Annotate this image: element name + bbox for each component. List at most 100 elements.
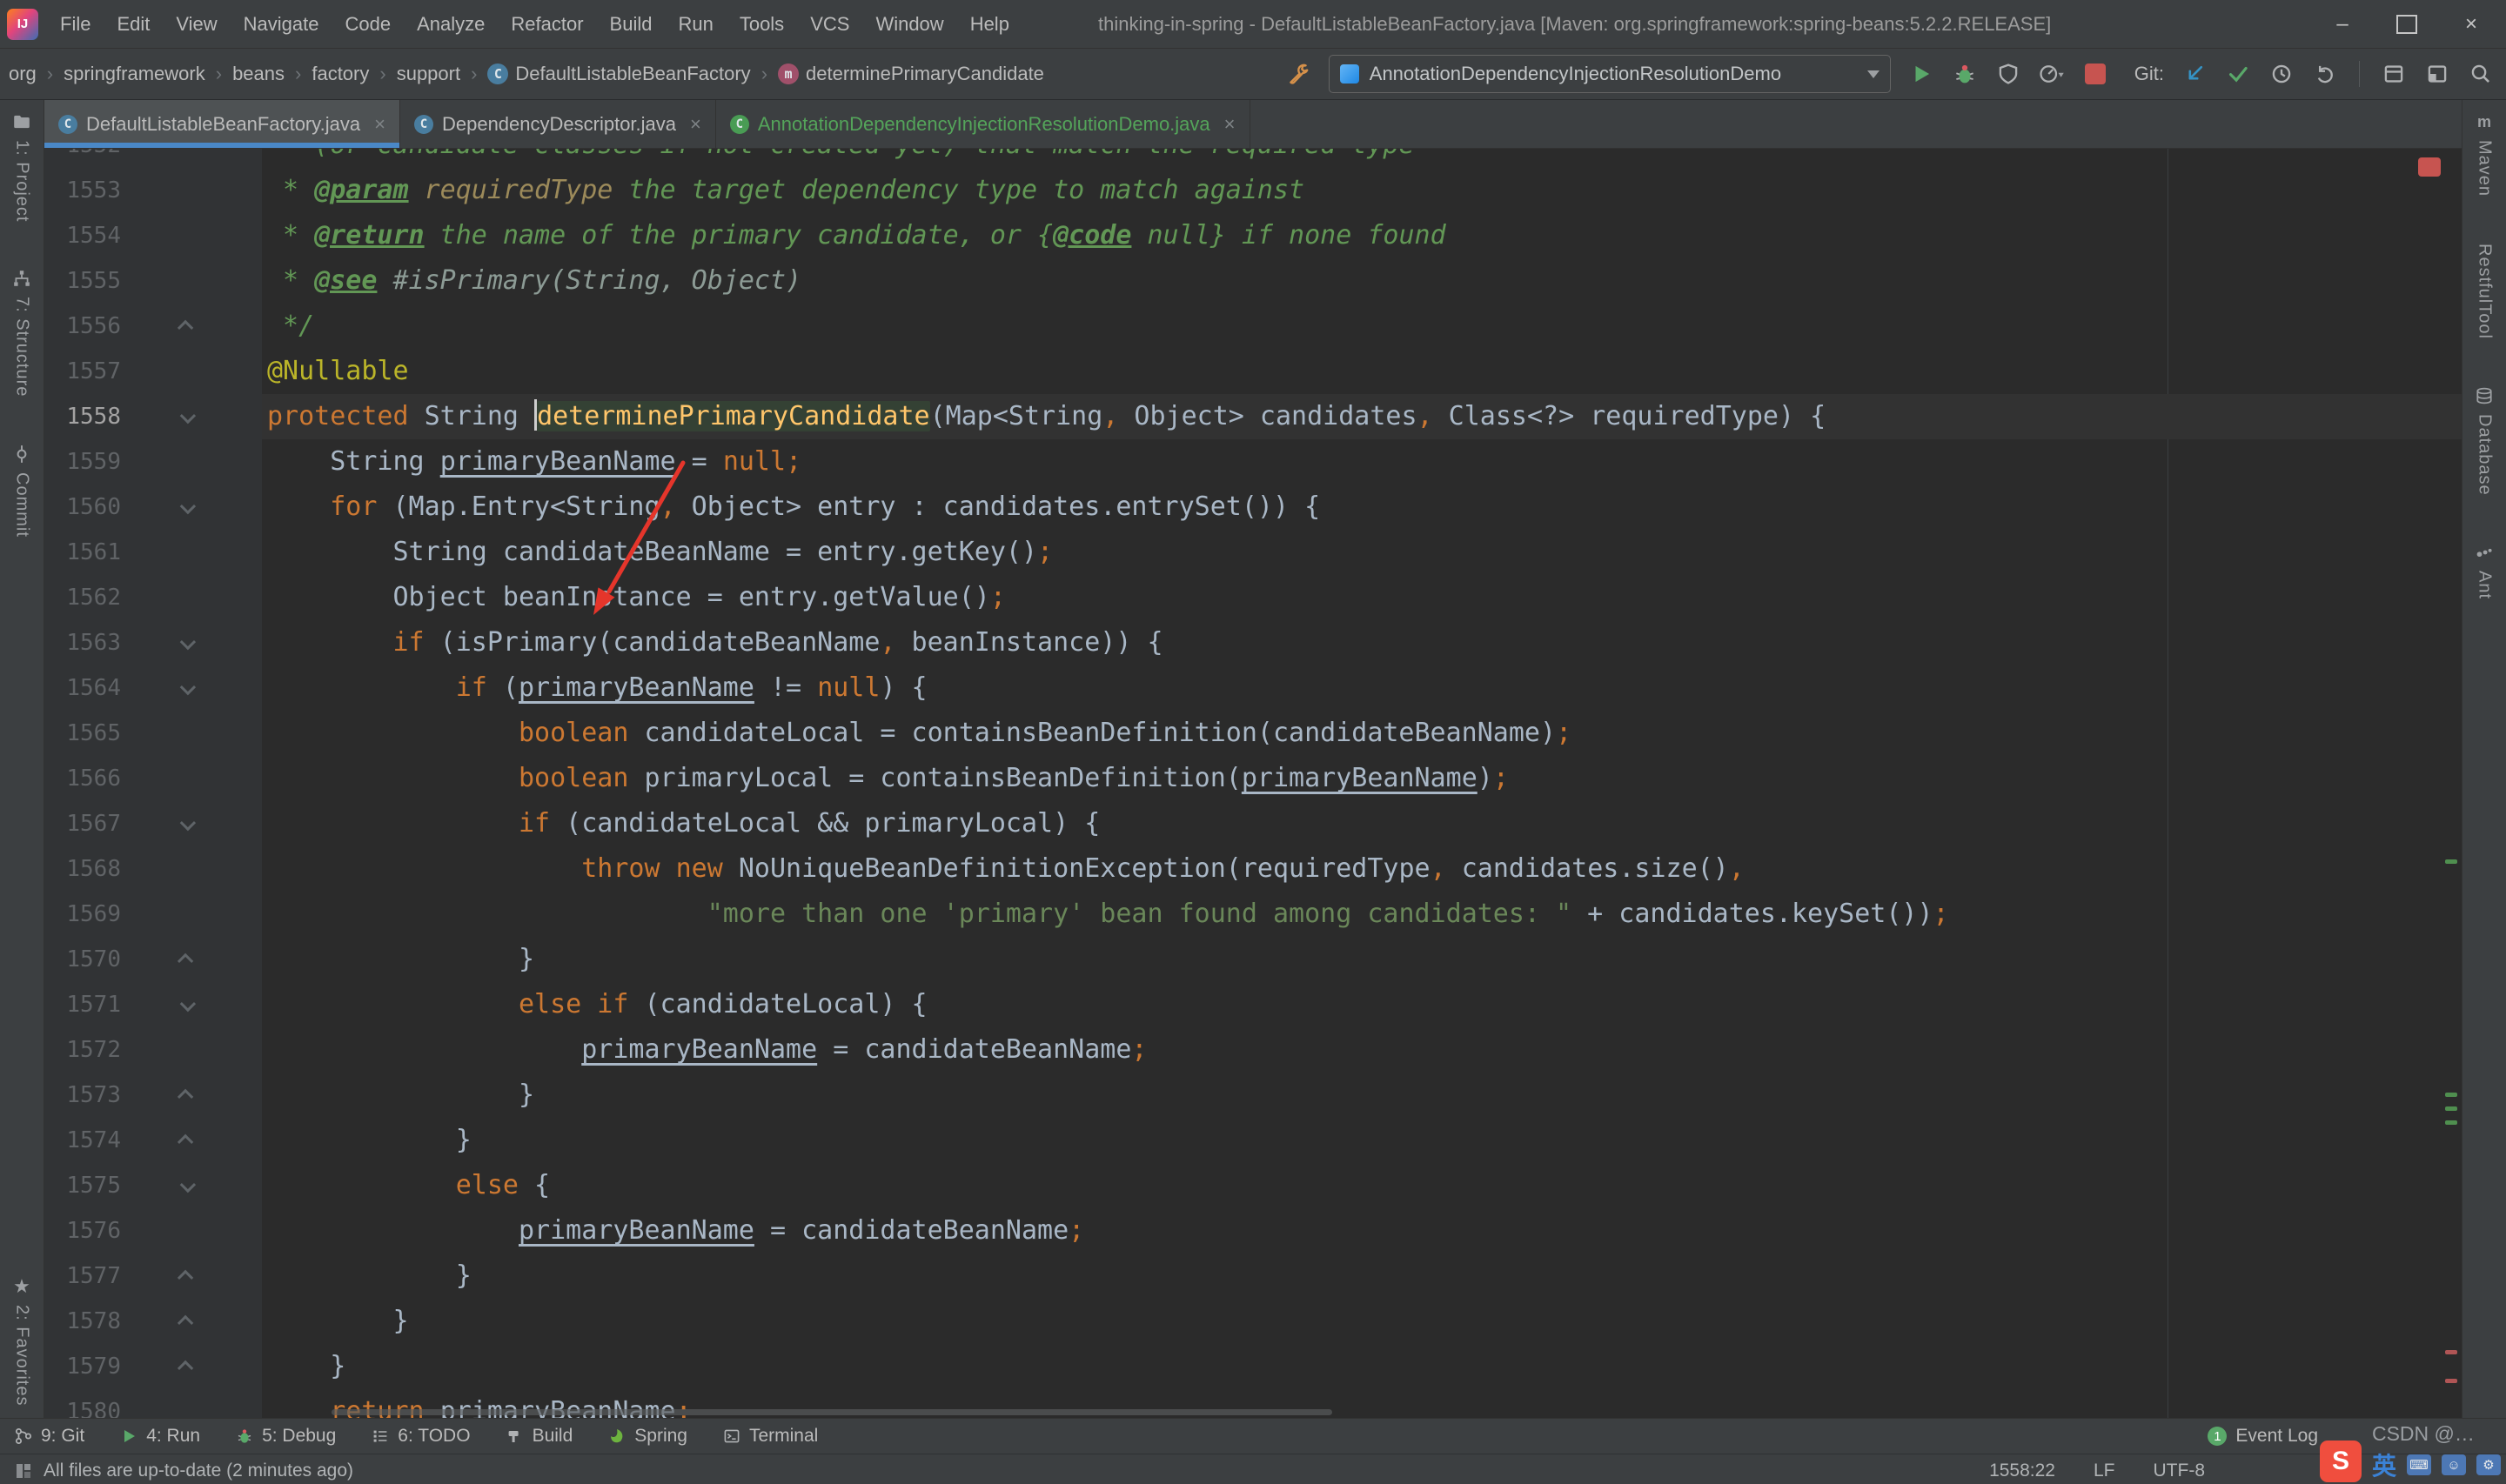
gutter[interactable]: 1572 <box>44 1027 262 1073</box>
fold-marker-icon[interactable] <box>175 982 198 1027</box>
tool-button-git[interactable]: 9: Git <box>14 1426 84 1447</box>
menu-item-analyze[interactable]: Analyze <box>404 0 498 48</box>
code-line[interactable]: 1570 } <box>44 937 2462 982</box>
menu-item-build[interactable]: Build <box>597 0 666 48</box>
code-text[interactable]: primaryBeanName = candidateBeanName; <box>262 1208 2462 1253</box>
vcs-update-icon[interactable] <box>2181 61 2208 87</box>
code-line[interactable]: 1554 * @return the name of the primary c… <box>44 213 2462 258</box>
line-number[interactable]: 1567 <box>44 801 121 846</box>
menu-item-file[interactable]: File <box>47 0 104 48</box>
tool-button-build[interactable]: Build <box>506 1426 573 1447</box>
tool-window-button-database[interactable]: Database <box>2475 386 2495 496</box>
menu-item-navigate[interactable]: Navigate <box>231 0 332 48</box>
wrench-icon[interactable] <box>1285 61 1311 87</box>
line-number[interactable]: 1554 <box>44 213 121 258</box>
menu-item-view[interactable]: View <box>163 0 230 48</box>
fold-marker-icon[interactable] <box>175 620 198 665</box>
code-text[interactable]: primaryBeanName = candidateBeanName; <box>262 1027 2462 1073</box>
code-line[interactable]: 1567 if (candidateLocal && primaryLocal)… <box>44 801 2462 846</box>
code-line[interactable]: 1557 @Nullable <box>44 349 2462 394</box>
gutter[interactable]: 1564 <box>44 665 262 711</box>
code-text[interactable]: } <box>262 1118 2462 1163</box>
menu-item-run[interactable]: Run <box>665 0 726 48</box>
fold-marker-icon[interactable] <box>175 1299 198 1344</box>
code-line[interactable]: 1558 protected String determinePrimaryCan… <box>44 394 2462 439</box>
editor-tab[interactable]: C DefaultListableBeanFactory.java × <box>44 100 400 148</box>
editor-tab[interactable]: C DependencyDescriptor.java × <box>400 100 716 148</box>
line-number[interactable]: 1570 <box>44 937 121 982</box>
close-tab-icon[interactable]: × <box>1224 113 1236 136</box>
menu-item-window[interactable]: Window <box>862 0 956 48</box>
code-line[interactable]: 1569 "more than one 'primary' bean found… <box>44 892 2462 937</box>
breadcrumb-item[interactable]: C DefaultListableBeanFactory <box>487 63 751 85</box>
restore-layout-icon[interactable] <box>2381 61 2407 87</box>
profiler-button[interactable] <box>2039 61 2065 87</box>
tool-window-button-structure[interactable]: 7: Structure <box>12 269 32 398</box>
line-number[interactable]: 1576 <box>44 1208 121 1253</box>
search-everywhere-icon[interactable] <box>2468 61 2494 87</box>
ime-keyboard-icon[interactable]: ⌨ <box>2407 1454 2431 1475</box>
code-line[interactable]: 1552 * (or candidate classes if not crea… <box>44 149 2462 168</box>
code-text[interactable]: else { <box>262 1163 2462 1208</box>
code-line[interactable]: 1572 primaryBeanName = candidateBeanName… <box>44 1027 2462 1073</box>
line-number[interactable]: 1556 <box>44 304 121 349</box>
line-number[interactable]: 1580 <box>44 1389 121 1418</box>
code-text[interactable]: boolean candidateLocal = containsBeanDef… <box>262 711 2462 756</box>
code-text[interactable]: } <box>262 1299 2462 1344</box>
run-button[interactable] <box>1908 61 1934 87</box>
gutter[interactable]: 1567 <box>44 801 262 846</box>
code-text[interactable]: for (Map.Entry<String, Object> entry : c… <box>262 485 2462 530</box>
gutter[interactable]: 1579 <box>44 1344 262 1389</box>
gutter[interactable]: 1561 <box>44 530 262 575</box>
code-line[interactable]: 1553 * @param requiredType the target de… <box>44 168 2462 213</box>
fold-marker-icon[interactable] <box>175 1344 198 1389</box>
code-line[interactable]: 1563 if (isPrimary(candidateBeanName, be… <box>44 620 2462 665</box>
code-line[interactable]: 1577 } <box>44 1253 2462 1299</box>
fold-marker-icon[interactable] <box>175 304 198 349</box>
inspections-error-badge[interactable] <box>2418 157 2441 177</box>
run-configuration-select[interactable]: AnnotationDependencyInjectionResolutionD… <box>1328 55 1891 93</box>
breadcrumb-item[interactable]: beans <box>232 63 285 85</box>
line-number[interactable]: 1562 <box>44 575 121 620</box>
code-text[interactable]: String candidateBeanName = entry.getKey(… <box>262 530 2462 575</box>
stop-button[interactable] <box>2082 61 2108 87</box>
fold-marker-icon[interactable] <box>175 937 198 982</box>
code-line[interactable]: 1559 String primaryBeanName = null; <box>44 439 2462 485</box>
line-number[interactable]: 1552 <box>44 149 121 168</box>
line-number[interactable]: 1557 <box>44 349 121 394</box>
gutter[interactable]: 1575 <box>44 1163 262 1208</box>
code-line[interactable]: 1576 primaryBeanName = candidateBeanName… <box>44 1208 2462 1253</box>
code-line[interactable]: 1566 boolean primaryLocal = containsBean… <box>44 756 2462 801</box>
gutter[interactable]: 1574 <box>44 1118 262 1163</box>
vcs-change-marker[interactable] <box>2445 1106 2457 1111</box>
tool-window-button-ant[interactable]: Ant <box>2475 543 2495 599</box>
line-number[interactable]: 1565 <box>44 711 121 756</box>
fold-marker-icon[interactable] <box>175 1118 198 1163</box>
rollback-icon[interactable] <box>2312 61 2338 87</box>
line-number[interactable]: 1566 <box>44 756 121 801</box>
menu-item-help[interactable]: Help <box>957 0 1022 48</box>
tool-button-terminal[interactable]: Terminal <box>722 1426 818 1447</box>
error-stripe-marker[interactable] <box>2445 1379 2457 1383</box>
gutter[interactable]: 1553 <box>44 168 262 213</box>
gutter[interactable]: 1573 <box>44 1073 262 1118</box>
tool-button-spring[interactable]: Spring <box>607 1426 687 1447</box>
gutter[interactable]: 1577 <box>44 1253 262 1299</box>
line-number[interactable]: 1558 <box>44 394 121 439</box>
tool-window-button-restfultool[interactable]: RestfulTool <box>2475 244 2495 339</box>
code-line[interactable]: 1571 else if (candidateLocal) { <box>44 982 2462 1027</box>
gutter[interactable]: 1569 <box>44 892 262 937</box>
code-line[interactable]: 1578 } <box>44 1299 2462 1344</box>
line-number[interactable]: 1560 <box>44 485 121 530</box>
code-text[interactable]: * @see #isPrimary(String, Object) <box>262 258 2462 304</box>
editor-tab[interactable]: C AnnotationDependencyInjectionResolution… <box>716 100 1250 148</box>
code-text[interactable]: * (or candidate classes if not created y… <box>262 149 2462 168</box>
line-number[interactable]: 1571 <box>44 982 121 1027</box>
ime-mode-indicator[interactable]: 英 <box>2372 1447 2396 1482</box>
line-number[interactable]: 1578 <box>44 1299 121 1344</box>
line-number[interactable]: 1577 <box>44 1253 121 1299</box>
gutter[interactable]: 1570 <box>44 937 262 982</box>
code-text[interactable]: * @param requiredType the target depende… <box>262 168 2462 213</box>
code-line[interactable]: 1561 String candidateBeanName = entry.ge… <box>44 530 2462 575</box>
code-line[interactable]: 1565 boolean candidateLocal = containsBe… <box>44 711 2462 756</box>
